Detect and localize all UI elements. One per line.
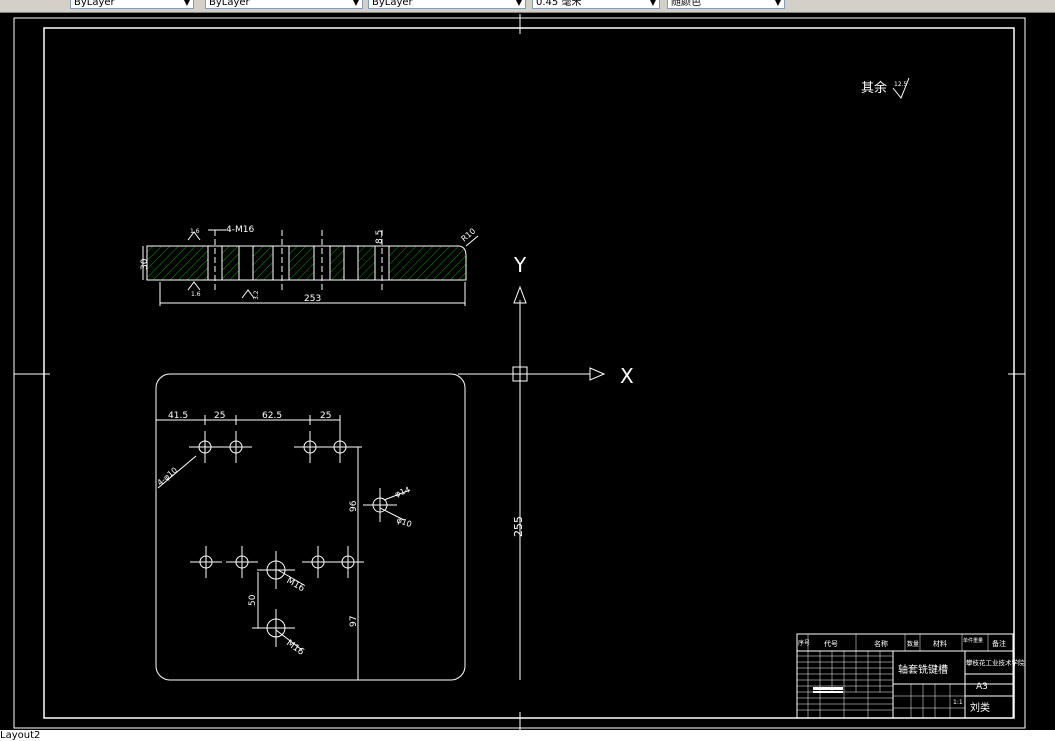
tb-hdr-note: 备注 bbox=[992, 639, 1006, 648]
layer-combo-value: ByLayer bbox=[74, 0, 115, 8]
dim-255: 255 bbox=[512, 516, 525, 537]
rough-1-6-bottom: 1.6 bbox=[191, 291, 201, 298]
dim-8-5: 8.5 bbox=[375, 230, 385, 244]
rough-3-2: 3.2 bbox=[253, 290, 260, 300]
linetype-combo[interactable]: ByLayer ▼ bbox=[205, 0, 363, 9]
hole-marks bbox=[189, 431, 397, 647]
dim-m16-a: M16 bbox=[285, 576, 307, 594]
dim-phi14: φ14 bbox=[394, 485, 412, 499]
axis-x-label: X bbox=[620, 364, 634, 388]
dim-r10: R10 bbox=[460, 227, 478, 244]
ucs-icon bbox=[458, 285, 606, 680]
chevron-down-icon[interactable]: ▼ bbox=[648, 0, 658, 8]
dim-97: 97 bbox=[349, 616, 359, 627]
dim-62-5: 62.5 bbox=[262, 411, 282, 421]
layout-tab[interactable]: Layout2 bbox=[0, 730, 40, 741]
chevron-down-icon[interactable]: ▼ bbox=[351, 0, 361, 8]
dim-41-5: 41.5 bbox=[168, 411, 188, 421]
lineweight-style-combo[interactable]: ByLayer ▼ bbox=[368, 0, 526, 9]
layout-tab-bar: Layout2 bbox=[0, 730, 1055, 741]
tb-scale: 1:1 bbox=[953, 699, 963, 706]
tb-hdr-qty: 数量 bbox=[907, 640, 919, 648]
surface-note: 其余 bbox=[861, 80, 887, 96]
lineweight-style-value: ByLayer bbox=[372, 0, 413, 8]
tb-hdr-weight: 单件重量 bbox=[963, 637, 983, 644]
tb-author: 刘类 bbox=[970, 701, 990, 714]
plotstyle-combo-value: 随颜色 bbox=[671, 0, 701, 8]
tb-hdr-name: 名称 bbox=[874, 639, 888, 648]
chevron-down-icon[interactable]: ▼ bbox=[514, 0, 524, 8]
tb-school: 攀枝花工业技术学院 bbox=[966, 658, 1025, 667]
dim-phi10: φ10 bbox=[395, 515, 413, 529]
dim-25-b: 25 bbox=[320, 411, 331, 421]
rough-1-6-top: 1.6 bbox=[190, 228, 200, 235]
chevron-down-icon[interactable]: ▼ bbox=[182, 0, 192, 8]
lineweight-combo[interactable]: 0.45 毫米 ▼ bbox=[532, 0, 660, 9]
sheet-inner-border bbox=[43, 27, 1015, 719]
tb-part-name: 轴套铣键槽 bbox=[898, 663, 948, 676]
dim-253: 253 bbox=[304, 294, 321, 304]
dim-30: 30 bbox=[140, 258, 150, 270]
dim-4-phi10: 4-φ10 bbox=[156, 466, 180, 488]
linetype-combo-value: ByLayer bbox=[209, 0, 250, 8]
dim-m16-b: M16 bbox=[284, 638, 306, 658]
layer-combo[interactable]: ByLayer ▼ bbox=[70, 0, 194, 9]
dim-96: 96 bbox=[349, 500, 359, 512]
axis-y-label: Y bbox=[513, 253, 527, 277]
plotstyle-combo[interactable]: 随颜色 ▼ bbox=[667, 0, 785, 9]
tb-hdr-seq: 序号 bbox=[798, 639, 810, 647]
properties-toolbar: ByLayer ▼ ByLayer ▼ ByLayer ▼ 0.45 毫米 ▼ … bbox=[0, 0, 1055, 13]
tb-hdr-code: 代号 bbox=[824, 639, 838, 648]
cad-drawing[interactable]: 其余 12.5 Y X 4-M16 8.5 R10 30 253 1.6 1.6… bbox=[0, 13, 1055, 730]
lineweight-combo-value: 0.45 毫米 bbox=[536, 0, 582, 8]
dim-50: 50 bbox=[248, 594, 258, 606]
chevron-down-icon[interactable]: ▼ bbox=[773, 0, 783, 8]
plan-view bbox=[155, 373, 466, 681]
drawing-canvas[interactable]: 其余 12.5 Y X 4-M16 8.5 R10 30 253 1.6 1.6… bbox=[0, 13, 1055, 730]
tb-hdr-mat: 材料 bbox=[933, 639, 947, 648]
dim-25-a: 25 bbox=[214, 411, 225, 421]
tb-size: A3 bbox=[976, 682, 988, 692]
dim-4-m16: 4-M16 bbox=[226, 225, 254, 235]
